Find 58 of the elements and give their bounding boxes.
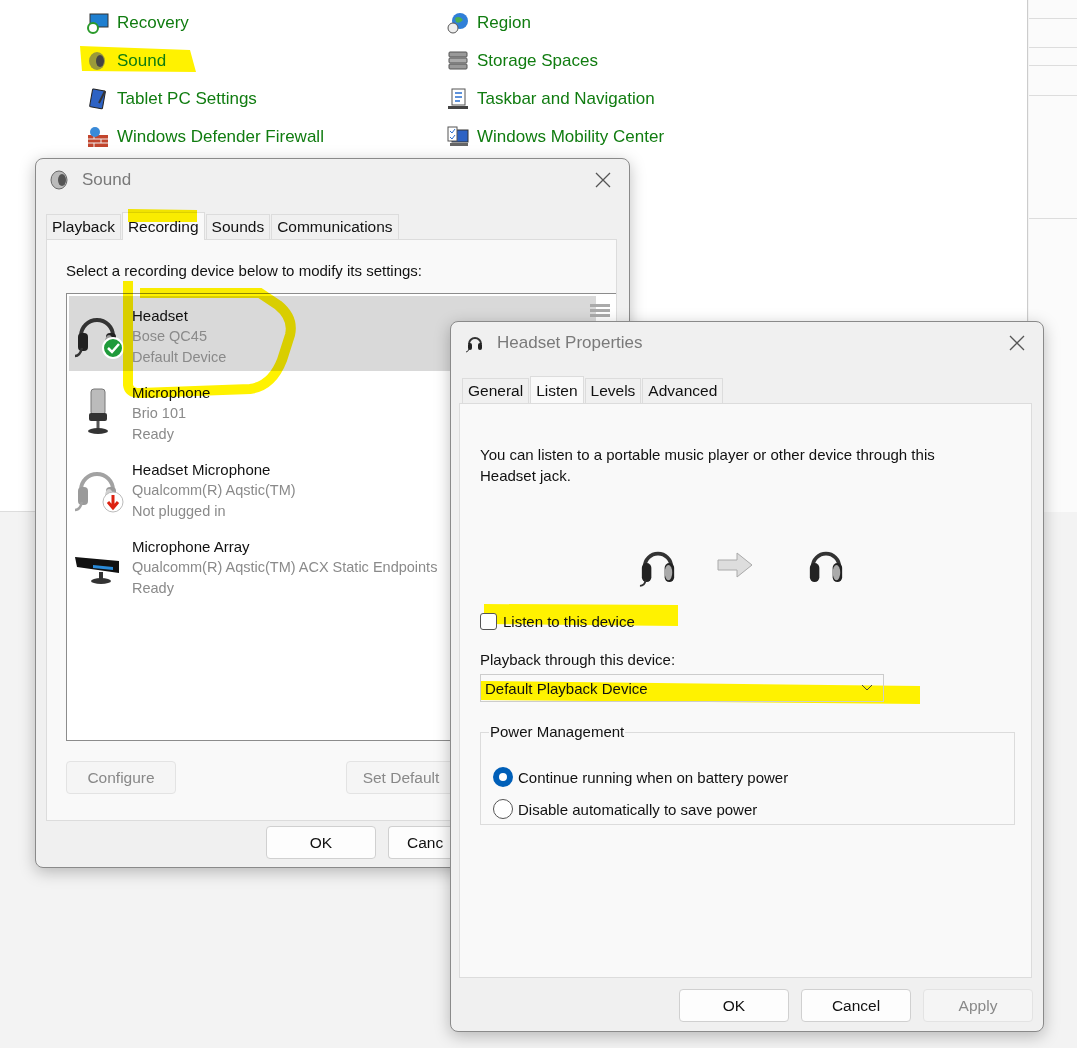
description-text: You can listen to a portable music player or other device through this Headset jack. xyxy=(480,445,936,486)
device-model: Qualcomm(R) Aqstic(TM) ACX Static Endpoints xyxy=(132,558,438,577)
cancel-button[interactable]: Cancel xyxy=(801,989,911,1022)
tab[interactable]: Playback xyxy=(46,214,121,239)
tab[interactable]: Listen xyxy=(530,376,584,404)
control-panel-link[interactable]: Windows Defender Firewall xyxy=(117,127,324,147)
device-status: Not plugged in xyxy=(132,502,227,521)
highlighter-mark xyxy=(128,209,197,222)
control-panel-link[interactable]: Storage Spaces xyxy=(477,51,598,71)
device-status: Ready xyxy=(132,579,175,598)
brick-wall-icon xyxy=(87,126,109,148)
field-label: Playback through this device: xyxy=(480,651,677,668)
tablet-icon xyxy=(87,88,109,110)
disk-stack-icon xyxy=(447,50,469,72)
device-name: Microphone Array xyxy=(132,537,251,557)
globe-icon xyxy=(447,12,469,34)
window-title: Sound xyxy=(82,170,132,190)
control-panel-link[interactable]: Taskbar and Navigation xyxy=(477,89,655,109)
close-icon[interactable] xyxy=(1009,335,1025,351)
close-icon[interactable] xyxy=(595,172,611,188)
device-name: Headset xyxy=(132,306,189,326)
monitor-icon xyxy=(87,12,109,34)
tab[interactable]: Advanced xyxy=(642,378,724,403)
speaker-icon xyxy=(50,170,70,190)
device-row[interactable]: Microphone Brio 101 Ready xyxy=(69,373,451,448)
device-row[interactable]: Headset Microphone Qualcomm(R) Aqstic(TM) Not plugged in xyxy=(69,450,451,525)
instruction-text: Select a recording device below to modify its settings: xyxy=(66,262,423,279)
chevron-down-icon xyxy=(861,684,873,692)
control-panel-link[interactable]: Recovery xyxy=(117,13,189,33)
control-panel-link[interactable]: Tablet PC Settings xyxy=(117,89,257,109)
control-panel-link[interactable]: Windows Mobility Center xyxy=(477,127,665,147)
device-status: Ready xyxy=(132,425,175,444)
radio-button[interactable] xyxy=(493,767,513,787)
checkbox[interactable] xyxy=(480,613,497,630)
device-model: Bose QC45 xyxy=(132,327,208,346)
ok-button[interactable]: OK xyxy=(679,989,789,1022)
device-model: Brio 101 xyxy=(132,404,187,423)
control-panel-link[interactable]: Region xyxy=(477,13,531,33)
ok-button[interactable]: OK xyxy=(266,826,376,859)
radio-label: Continue running when on battery power xyxy=(518,768,789,786)
tab[interactable]: General xyxy=(462,378,530,403)
tab[interactable]: Sounds xyxy=(205,214,271,239)
device-name: Microphone xyxy=(132,383,211,403)
device-model: Qualcomm(R) Aqstic(TM) xyxy=(132,481,296,500)
playback-dropdown[interactable]: Default Playback Device xyxy=(480,674,884,702)
device-name: Headset Microphone xyxy=(132,460,272,480)
cancel-button[interactable]: Canc xyxy=(388,826,450,859)
arrow-icon xyxy=(716,552,753,578)
tab[interactable]: Levels xyxy=(584,378,642,403)
grip-icon[interactable] xyxy=(590,304,610,318)
radio-label: Disable automatically to save power xyxy=(518,800,758,818)
tab[interactable]: Communications xyxy=(271,214,399,239)
control-panel-link[interactable]: Sound xyxy=(117,51,167,71)
document-icon xyxy=(447,88,469,110)
device-status: Default Device xyxy=(132,348,227,367)
device-row[interactable]: Microphone Array Qualcomm(R) Aqstic(TM) ACX Static Endpoints Ready xyxy=(69,527,451,602)
radio-button[interactable] xyxy=(493,799,513,819)
monitor-icon xyxy=(447,126,469,148)
